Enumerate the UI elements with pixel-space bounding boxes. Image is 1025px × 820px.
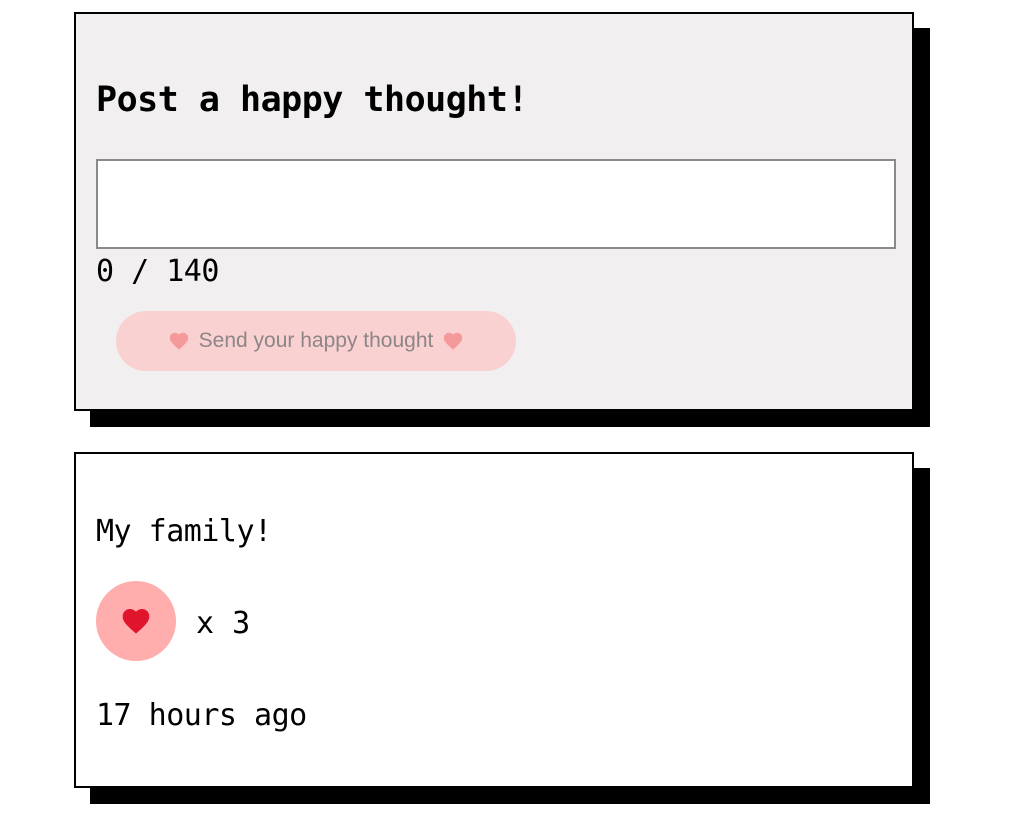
thought-card: My family! x 3 17 hours ago: [74, 452, 914, 788]
character-counter: 0 / 140: [96, 254, 219, 289]
heart-icon: [444, 332, 463, 350]
post-thought-form: Post a happy thought! 0 / 140 Send your …: [74, 12, 914, 411]
form-title: Post a happy thought!: [96, 80, 529, 120]
heart-icon: [169, 332, 188, 350]
send-thought-button[interactable]: Send your happy thought: [116, 311, 516, 371]
like-count: x 3: [196, 606, 251, 641]
like-button[interactable]: [96, 581, 176, 661]
heart-icon: [122, 609, 150, 634]
thought-input[interactable]: [96, 159, 896, 249]
timestamp: 17 hours ago: [96, 698, 307, 733]
thought-message: My family!: [96, 514, 272, 549]
send-button-label: Send your happy thought: [198, 329, 434, 352]
